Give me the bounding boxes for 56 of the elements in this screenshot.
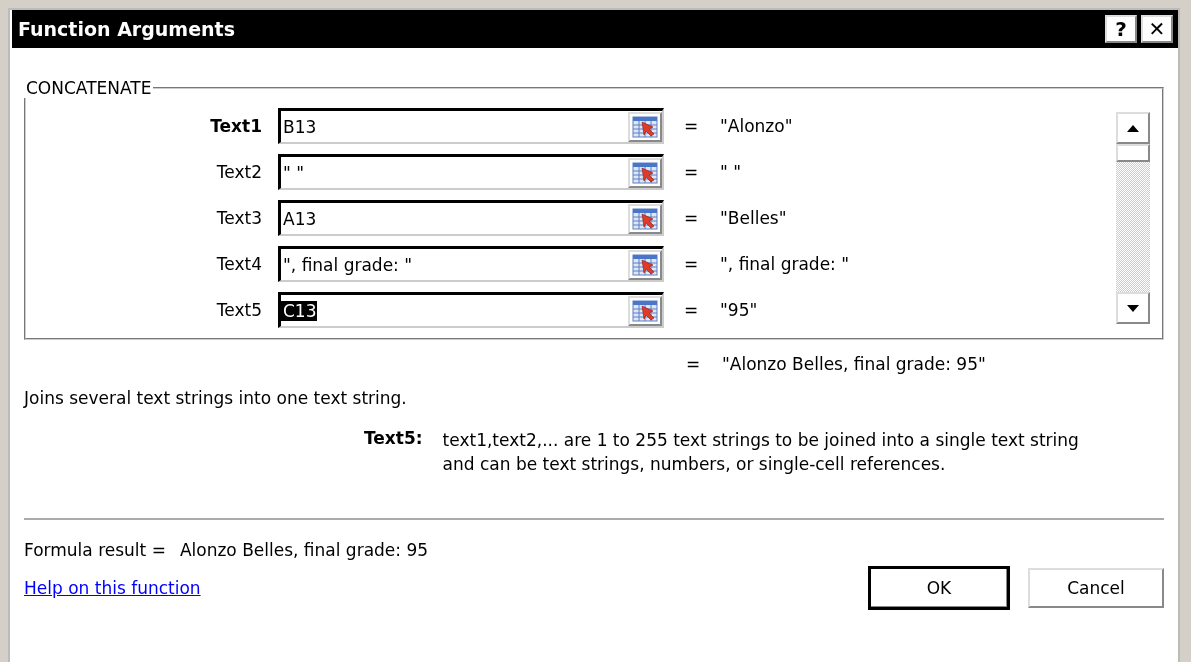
collapse-button[interactable] [628, 111, 662, 142]
range-picker-icon [632, 299, 658, 322]
collapse-button[interactable] [628, 249, 662, 280]
field-value: ", final grade: " [282, 254, 413, 275]
argument-field[interactable]: A13 [278, 200, 664, 236]
argument-label: Text1 [209, 116, 263, 136]
equals-sign: = [684, 254, 700, 274]
up-arrow-icon [1127, 124, 1139, 132]
argument-field[interactable]: " " [278, 154, 664, 190]
close-button[interactable]: ✕ [1141, 15, 1173, 43]
argument-label: Text3 [215, 208, 263, 228]
function-description: Joins several text strings into one text string. [24, 388, 408, 408]
combined-result: "Alonzo Belles, final grade: 95" [722, 354, 986, 374]
ok-button[interactable]: OK [868, 566, 1010, 610]
collapse-button[interactable] [628, 295, 662, 326]
argument-label: Text5 [215, 300, 263, 320]
equals-sign: = [684, 208, 700, 228]
down-arrow-icon [1127, 304, 1139, 312]
window-title: Function Arguments [18, 18, 235, 40]
argument-field[interactable]: C13 [278, 292, 664, 328]
field-value: B13 [282, 116, 317, 137]
help-button[interactable]: ? [1105, 15, 1137, 43]
formula-result-value: Alonzo Belles, final grade: 95 [179, 540, 429, 560]
argument-field[interactable]: B13 [278, 108, 664, 144]
argument-name: Text5: [364, 428, 423, 450]
equals-sign: = [684, 162, 700, 182]
range-picker-icon [632, 253, 658, 276]
formula-result-label: Formula result = [24, 540, 166, 560]
argument-result: "Belles" [720, 208, 787, 228]
argument-result: "Alonzo" [720, 116, 793, 136]
argument-result: " " [720, 162, 742, 182]
field-value: " " [282, 162, 305, 183]
equals-sign: = [684, 300, 700, 320]
help-link[interactable]: Help on this function [24, 578, 201, 598]
collapse-button[interactable] [628, 157, 662, 188]
equals-sign: = [684, 116, 700, 136]
equals-sign: = [686, 354, 702, 374]
scroll-up-button[interactable] [1116, 112, 1150, 144]
scrollbar[interactable] [1116, 112, 1150, 324]
argument-label: Text4 [215, 254, 263, 274]
cancel-button[interactable]: Cancel [1028, 568, 1164, 608]
argument-label: Text2 [215, 162, 263, 182]
argument-description: and can be text strings, numbers, or single-cell references. [442, 453, 947, 476]
collapse-button[interactable] [628, 203, 662, 234]
argument-field[interactable]: ", final grade: " [278, 246, 664, 282]
argument-result: ", final grade: " [720, 254, 850, 274]
scroll-down-button[interactable] [1116, 292, 1150, 324]
argument-description: text1,text2,... are 1 to 255 text strings to be joined into a single text string [442, 429, 1079, 452]
range-picker-icon [632, 207, 658, 230]
field-value: A13 [282, 208, 317, 229]
range-picker-icon [632, 115, 658, 138]
argument-result: "95" [720, 300, 758, 320]
scroll-thumb[interactable] [1116, 144, 1150, 162]
group-title: CONCATENATE [25, 78, 153, 98]
field-value: C13 [281, 300, 317, 321]
range-picker-icon [632, 161, 658, 184]
